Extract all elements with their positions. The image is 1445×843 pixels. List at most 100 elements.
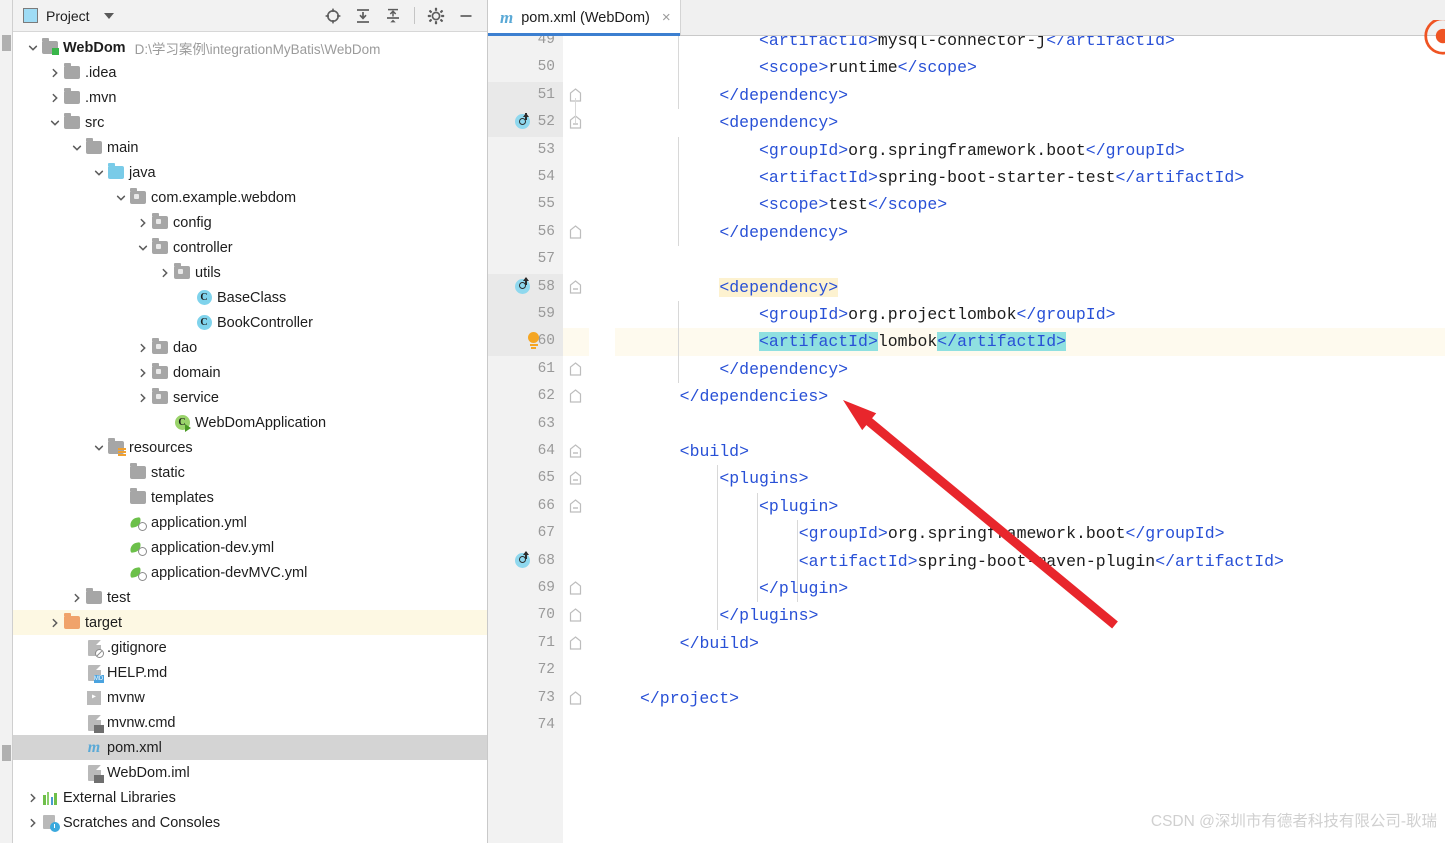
chevron-right-icon[interactable] [157,265,173,281]
chevron-down-icon[interactable] [91,165,107,181]
chevron-right-icon[interactable] [25,790,41,806]
code-line[interactable]: <artifactId>lombok</artifactId> [615,328,1445,355]
chevron-right-icon[interactable] [69,590,85,606]
code-line[interactable] [615,712,1445,739]
editor-gutter[interactable]: 49 50 51 52 53 54 55 56 57 58 59 60 61 62 63 64 65 66 67 68… [488,36,563,843]
tree-row-scratches-and-consoles[interactable]: Scratches and Consoles [13,810,487,835]
code-line[interactable]: <groupId>org.springframework.boot</group… [615,520,1445,547]
maven-dependency-icon[interactable] [515,551,531,569]
chevron-down-icon[interactable] [135,240,151,256]
collapse-all-icon[interactable] [384,7,402,25]
chevron-right-icon[interactable] [25,815,41,831]
tree-row-mvn[interactable]: .mvn [13,85,487,110]
tree-row-config[interactable]: config [13,210,487,235]
tree-row-templates[interactable]: templates [13,485,487,510]
code-line[interactable]: <plugins> [615,465,1445,492]
fold-start-icon[interactable] [569,498,582,514]
tree-row-com-example-webdom[interactable]: com.example.webdom [13,185,487,210]
tree-row-utils[interactable]: utils [13,260,487,285]
tree-row-idea[interactable]: .idea [13,60,487,85]
code-line[interactable]: </project> [615,685,1445,712]
code-line[interactable]: <scope>runtime</scope> [615,54,1445,81]
tree-row-java[interactable]: java [13,160,487,185]
code-line[interactable]: <artifactId>spring-boot-maven-plugin</ar… [615,548,1445,575]
tree-row-application-devmvc-yml[interactable]: application-devMVC.yml [13,560,487,585]
code-line[interactable]: <groupId>org.projectlombok</groupId> [615,301,1445,328]
fold-end-icon[interactable] [569,635,582,651]
tree-row-mvnw-cmd[interactable]: mvnw.cmd [13,710,487,735]
tree-row-webdom[interactable]: WebDom D:\学习案例\integrationMyBatis\WebDom [13,35,487,60]
chevron-right-icon[interactable] [47,90,63,106]
code-line[interactable]: </plugins> [615,602,1445,629]
tree-row-baseclass[interactable]: C BaseClass [13,285,487,310]
editor-text[interactable]: <artifactId>mysql-connector-j</artifactI… [615,36,1445,843]
intention-bulb-icon[interactable] [526,332,540,350]
code-line[interactable]: </dependencies> [615,383,1445,410]
code-line[interactable]: <build> [615,438,1445,465]
project-tree[interactable]: WebDom D:\学习案例\integrationMyBatis\WebDom.… [13,32,487,843]
code-line[interactable] [615,246,1445,273]
code-editor[interactable]: 49 50 51 52 53 54 55 56 57 58 59 60 61 62 63 64 65 66 67 68… [488,36,1445,843]
tree-row-help-md[interactable]: MD HELP.md [13,660,487,685]
code-line[interactable]: </plugin> [615,575,1445,602]
editor-fold-strip[interactable] [563,36,589,843]
chevron-down-icon[interactable] [113,190,129,206]
chevron-down-icon[interactable] [103,12,114,19]
tree-row-resources[interactable]: resources [13,435,487,460]
code-line[interactable]: <dependency> [615,109,1445,136]
tree-row-external-libraries[interactable]: External Libraries [13,785,487,810]
code-line[interactable]: <artifactId>mysql-connector-j</artifactI… [615,36,1445,54]
tree-row-gitignore[interactable]: .gitignore [13,635,487,660]
editor-tab-pom-xml[interactable]: m pom.xml (WebDom) × [488,0,681,36]
code-line[interactable]: <plugin> [615,493,1445,520]
code-line[interactable]: </dependency> [615,219,1445,246]
fold-end-icon[interactable] [569,388,582,404]
code-line[interactable]: <dependency> [615,274,1445,301]
chevron-down-icon[interactable] [25,40,41,56]
tree-row-src[interactable]: src [13,110,487,135]
code-line[interactable]: </dependency> [615,356,1445,383]
chevron-right-icon[interactable] [135,390,151,406]
chevron-right-icon[interactable] [47,615,63,631]
left-tool-strip[interactable]: Structure Database Maven [0,0,13,843]
code-line[interactable]: <artifactId>spring-boot-starter-test</ar… [615,164,1445,191]
tree-row-pom-xml[interactable]: m pom.xml [13,735,487,760]
code-line[interactable]: <scope>test</scope> [615,191,1445,218]
chevron-down-icon[interactable] [47,115,63,131]
fold-start-icon[interactable] [569,443,582,459]
settings-gear-icon[interactable] [427,7,445,25]
fold-end-icon[interactable] [569,224,582,240]
code-line[interactable]: </build> [615,630,1445,657]
tree-row-mvnw[interactable]: ▸ mvnw [13,685,487,710]
left-strip-scroll-thumb[interactable] [2,35,11,51]
tree-row-controller[interactable]: controller [13,235,487,260]
tree-row-test[interactable]: test [13,585,487,610]
code-line[interactable]: <groupId>org.springframework.boot</group… [615,137,1445,164]
chevron-down-icon[interactable] [91,440,107,456]
maven-dependency-icon[interactable] [515,112,531,130]
chevron-right-icon[interactable] [135,365,151,381]
tree-row-main[interactable]: main [13,135,487,160]
fold-end-icon[interactable] [569,580,582,596]
code-line[interactable] [615,411,1445,438]
project-title-group[interactable]: Project [23,8,114,24]
tree-row-bookcontroller[interactable]: C BookController [13,310,487,335]
tree-row-webdom-iml[interactable]: WebDom.iml [13,760,487,785]
chevron-right-icon[interactable] [135,215,151,231]
tree-row-static[interactable]: static [13,460,487,485]
fold-end-icon[interactable] [569,690,582,706]
tree-row-application-yml[interactable]: application.yml [13,510,487,535]
code-line[interactable] [615,657,1445,684]
expand-all-icon[interactable] [354,7,372,25]
chevron-down-icon[interactable] [69,140,85,156]
select-opened-file-icon[interactable] [324,7,342,25]
left-strip-thumb-2[interactable] [2,745,11,761]
tree-row-application-dev-yml[interactable]: application-dev.yml [13,535,487,560]
tree-row-service[interactable]: service [13,385,487,410]
fold-end-icon[interactable] [569,361,582,377]
fold-start-icon[interactable] [569,470,582,486]
tree-row-webdomapplication[interactable]: C WebDomApplication [13,410,487,435]
tree-row-dao[interactable]: dao [13,335,487,360]
hide-icon[interactable] [457,7,475,25]
tree-row-domain[interactable]: domain [13,360,487,385]
